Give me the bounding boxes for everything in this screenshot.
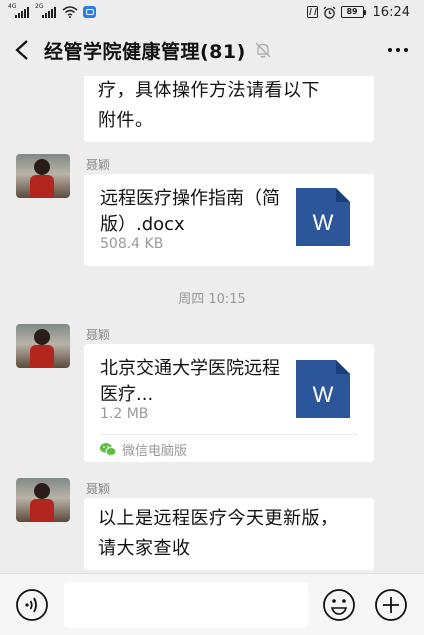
mute-bell-icon xyxy=(255,42,271,58)
status-bar: 4G 2G 89 16:24 xyxy=(0,0,424,24)
sender-name: 聂颖 xyxy=(86,328,111,342)
file-message-card[interactable]: 远程医疗操作指南（简版）.docx 508.4 KB W xyxy=(84,174,374,266)
back-icon[interactable] xyxy=(0,24,44,76)
file-size: 508.4 KB xyxy=(100,236,164,252)
alarm-icon xyxy=(323,6,336,19)
message-text-line: 请大家查收 xyxy=(98,538,191,559)
time-separator: 周四 10:15 xyxy=(178,292,246,307)
battery-level: 89 xyxy=(340,6,364,18)
source-label: 微信电脑版 xyxy=(122,444,188,459)
plus-icon[interactable] xyxy=(374,588,408,622)
more-options-icon[interactable] xyxy=(382,36,414,64)
card-divider xyxy=(100,434,358,435)
sim1-signal-icon: 4G xyxy=(8,4,30,18)
message-source: 微信电脑版 xyxy=(100,440,187,459)
nfc-icon xyxy=(306,6,318,18)
sender-name: 聂颖 xyxy=(86,158,111,172)
svg-text:W: W xyxy=(313,210,334,235)
wechat-icon xyxy=(100,443,116,456)
message-bubble[interactable]: 以上是远程医疗今天更新版， 请大家查收 xyxy=(84,498,374,570)
avatar[interactable] xyxy=(16,478,70,522)
wifi-icon xyxy=(62,6,78,18)
file-size: 1.2 MB xyxy=(100,406,149,422)
message-text-line: 以上是远程医疗今天更新版， xyxy=(98,508,339,529)
battery-icon: 89 xyxy=(340,6,366,18)
message-list[interactable]: 疗，具体操作方法请看以下 附件。 聂颖 远程医疗操作指南（简版）.docx 50… xyxy=(0,76,424,573)
file-name: 北京交通大学医院远程医疗... xyxy=(100,358,280,405)
input-bar xyxy=(0,573,424,635)
file-message-card[interactable]: 北京交通大学医院远程医疗... 1.2 MB W 微信电脑版 xyxy=(84,344,374,462)
svg-text:W: W xyxy=(313,382,334,407)
emoji-icon[interactable] xyxy=(322,588,356,622)
message-text-line: 附件。 xyxy=(98,110,154,131)
sender-name: 聂颖 xyxy=(86,482,111,496)
avatar[interactable] xyxy=(16,154,70,198)
avatar[interactable] xyxy=(16,324,70,368)
voice-input-icon[interactable] xyxy=(15,588,49,622)
chat-title: 经管学院健康管理(81) xyxy=(44,40,246,63)
status-time: 16:24 xyxy=(372,4,410,20)
message-input[interactable] xyxy=(64,582,308,628)
sim2-signal-icon: 2G xyxy=(35,4,57,18)
file-name: 远程医疗操作指南（简版）.docx xyxy=(100,188,280,235)
word-document-icon: W xyxy=(296,360,350,418)
message-bubble[interactable]: 疗，具体操作方法请看以下 附件。 xyxy=(84,76,374,142)
word-document-icon: W xyxy=(296,188,350,246)
chat-header: 经管学院健康管理(81) xyxy=(0,24,424,76)
message-text-line: 疗，具体操作方法请看以下 xyxy=(98,80,320,101)
chat-screen: 4G 2G 89 16:24 经管学院健康管理(81) 疗，具体操作方法请看以下… xyxy=(0,0,424,635)
app-notification-icon xyxy=(83,6,96,18)
